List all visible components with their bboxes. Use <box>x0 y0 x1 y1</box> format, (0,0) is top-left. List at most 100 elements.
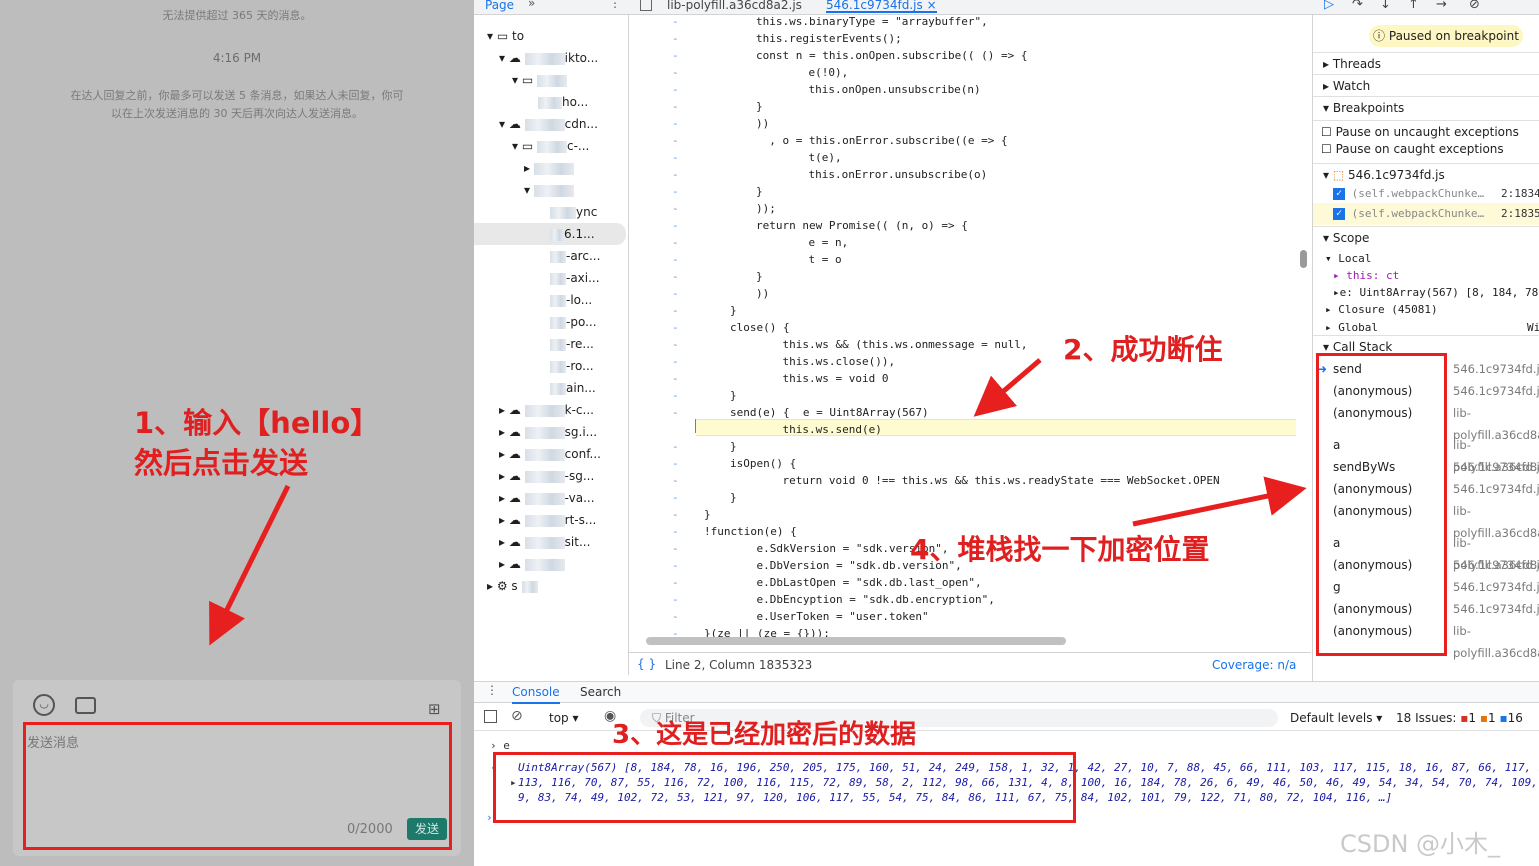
deactivate-breakpoints-icon[interactable]: ⊘ <box>1469 0 1480 12</box>
line-gutter-mark[interactable]: - <box>672 183 679 200</box>
scope-section[interactable]: ▾ Scope <box>1313 226 1539 248</box>
horizontal-scrollbar[interactable] <box>646 637 1066 645</box>
line-gutter-mark[interactable]: - <box>672 472 679 489</box>
tree-item-domain[interactable]: ▾ ☁ ikto... <box>499 47 598 69</box>
line-gutter-mark[interactable]: - <box>672 506 679 523</box>
line-gutter-mark[interactable]: - <box>672 455 679 472</box>
line-gutter-mark[interactable]: - <box>672 574 679 591</box>
line-gutter-mark[interactable]: - <box>672 523 679 540</box>
line-gutter-mark[interactable]: - <box>672 404 679 421</box>
file-tab-polyfill[interactable]: lib-polyfill.a36cd8a2.js <box>667 0 802 12</box>
search-tab[interactable]: Search <box>580 685 621 699</box>
breakpoint-2[interactable]: ✓ (self.webpackChunke… 2:1835 <box>1313 203 1539 225</box>
tree-item-domain-7[interactable]: ▸ ☁ rt-s... <box>499 509 596 531</box>
line-gutter-mark[interactable]: - <box>672 489 679 506</box>
frame-location[interactable]: 546.1c9734fd.js <box>1453 478 1539 500</box>
frame-location[interactable]: 546.1c9734fd.js <box>1453 576 1539 598</box>
tree-item-po[interactable]: -po... <box>550 311 597 333</box>
line-gutter-mark[interactable]: - <box>672 132 679 149</box>
console-prompt[interactable]: › <box>486 811 493 824</box>
frame-location[interactable]: 546.1c9734fd.js <box>1453 598 1539 620</box>
resume-icon[interactable]: ▷ <box>1324 0 1334 12</box>
page-tab[interactable]: Page <box>485 0 514 12</box>
pretty-print-icon[interactable]: { } <box>637 657 656 671</box>
tree-item-service-workers[interactable]: ▸ ⚙ s <box>487 575 538 597</box>
frame-location[interactable]: 546.1c9734fd.js <box>1453 358 1539 380</box>
issues-counter[interactable]: 18 Issues: ▪1 ▪1 ▪16 <box>1396 711 1523 725</box>
grid-icon[interactable]: ⊞ <box>428 700 441 718</box>
step-out-icon[interactable]: ↑ <box>1408 0 1419 12</box>
clear-console-icon[interactable]: ⊘ <box>511 708 523 724</box>
kebab-menu-icon[interactable]: ⋮ <box>609 0 621 10</box>
tree-item-file[interactable]: ho... <box>538 91 588 113</box>
tree-item-axi[interactable]: -axi... <box>550 267 600 289</box>
frame-location[interactable]: 546.1c9734fd.js <box>1453 554 1539 576</box>
tree-item-domain-8[interactable]: ▸ ☁ sit... <box>499 531 590 553</box>
line-gutter-mark[interactable]: - <box>672 336 679 353</box>
step-into-icon[interactable]: ↓ <box>1380 0 1391 12</box>
tree-item-domain-2[interactable]: ▸ ☁ k-c... <box>499 399 594 421</box>
tree-item-lo[interactable]: -lo... <box>550 289 592 311</box>
breakpoint-1[interactable]: ✓ (self.webpackChunke… 2:1834 <box>1313 183 1539 205</box>
vertical-scrollbar[interactable] <box>1300 250 1307 268</box>
line-gutter-mark[interactable]: - <box>672 251 679 268</box>
line-gutter-mark[interactable]: - <box>672 268 679 285</box>
frame-location[interactable]: 546.1c9734fd.js <box>1453 380 1539 402</box>
tree-item-top[interactable]: ▾ ▭ to <box>487 25 524 47</box>
line-gutter-mark[interactable]: - <box>672 200 679 217</box>
line-gutter-mark[interactable]: - <box>672 217 679 234</box>
line-gutter-mark[interactable]: - <box>672 438 679 455</box>
sidebar-toggle-icon[interactable] <box>640 0 652 11</box>
tree-item-domain-5[interactable]: ▸ ☁ -sg... <box>499 465 594 487</box>
image-icon[interactable] <box>75 697 96 714</box>
line-gutter-mark[interactable]: - <box>672 608 679 625</box>
tree-item-re[interactable]: -re... <box>550 333 594 355</box>
line-gutter-mark[interactable]: - <box>672 387 679 404</box>
levels-dropdown[interactable]: Default levels ▾ <box>1290 711 1382 725</box>
emoji-icon[interactable]: ◡ <box>33 694 55 716</box>
close-icon[interactable]: × <box>927 0 937 12</box>
line-gutter-mark[interactable]: - <box>672 319 679 336</box>
step-over-icon[interactable]: ↷ <box>1352 0 1363 12</box>
tree-item-ain[interactable]: ain... <box>550 377 596 399</box>
line-gutter-mark[interactable]: - <box>672 370 679 387</box>
context-select[interactable]: top ▾ <box>549 711 579 725</box>
line-gutter-mark[interactable]: - <box>672 98 679 115</box>
line-gutter-mark[interactable]: - <box>672 47 679 64</box>
line-gutter-mark[interactable]: - <box>672 591 679 608</box>
coverage-link[interactable]: Coverage: n/a <box>1212 658 1296 672</box>
threads-section[interactable]: ▸ Threads <box>1313 52 1539 74</box>
breakpoints-section[interactable]: ▾ Breakpoints <box>1313 96 1539 118</box>
line-gutter-mark[interactable]: - <box>672 115 679 132</box>
tree-item-folder-c[interactable]: ▾ ▭ c-... <box>512 135 589 157</box>
tree-item-selected[interactable]: 6.1... <box>474 223 626 245</box>
line-gutter-mark[interactable]: - <box>672 166 679 183</box>
drawer-menu-icon[interactable]: ⋮ <box>486 683 498 697</box>
tree-item-cdn[interactable]: ▾ ☁ cdn... <box>499 113 598 135</box>
line-gutter-mark[interactable]: - <box>672 302 679 319</box>
line-gutter-mark[interactable]: - <box>672 353 679 370</box>
step-icon[interactable]: → <box>1436 0 1447 12</box>
line-gutter-mark[interactable]: - <box>672 64 679 81</box>
line-gutter-mark[interactable]: - <box>672 557 679 574</box>
sidebar-icon[interactable] <box>484 710 497 723</box>
tree-item-domain-9[interactable]: ▸ ☁ <box>499 553 565 575</box>
line-gutter-mark[interactable]: - <box>672 81 679 98</box>
line-gutter-mark[interactable]: - <box>672 234 679 251</box>
file-tab-546[interactable]: 546.1c9734fd.js × <box>826 0 937 13</box>
tree-item-domain-6[interactable]: ▸ ☁ -va... <box>499 487 595 509</box>
line-gutter-mark[interactable]: - <box>672 30 679 47</box>
breakpoint-file[interactable]: ▾ ⬚ 546.1c9734fd.js <box>1313 163 1539 185</box>
tree-item-ro[interactable]: -ro... <box>550 355 594 377</box>
tree-item-sub2[interactable]: ▾ <box>524 179 574 201</box>
pause-caught-checkbox[interactable]: ☐ Pause on caught exceptions <box>1313 138 1539 160</box>
tree-item-ync[interactable]: ync <box>550 201 597 223</box>
watch-section[interactable]: ▸ Watch <box>1313 74 1539 96</box>
more-tabs-icon[interactable]: » <box>528 0 535 10</box>
tree-item-folder[interactable]: ▾ ▭ <box>512 69 567 91</box>
line-gutter-mark[interactable]: - <box>672 149 679 166</box>
tree-item-arc[interactable]: -arc... <box>550 245 600 267</box>
tree-item-sub[interactable]: ▸ <box>524 157 574 179</box>
tree-item-domain-3[interactable]: ▸ ☁ sg.i... <box>499 421 597 443</box>
line-gutter-mark[interactable]: - <box>672 285 679 302</box>
